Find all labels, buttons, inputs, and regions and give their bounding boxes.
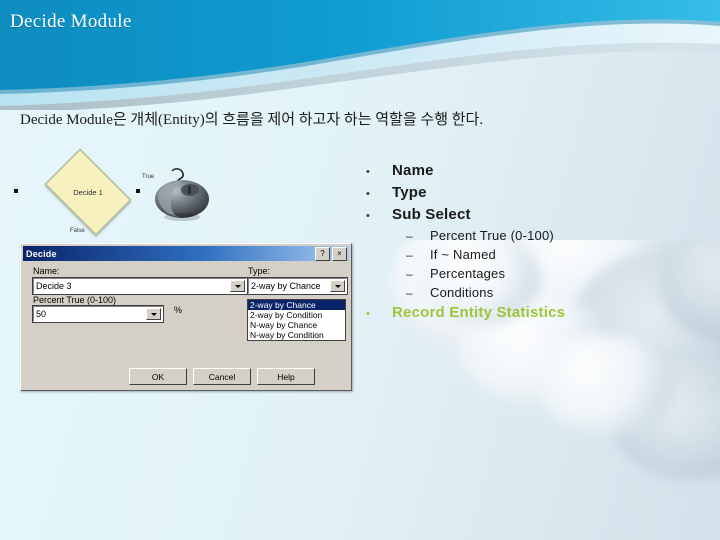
sub-bullet-marker: – (406, 229, 413, 243)
sub-bullet-label: Percentages (430, 266, 506, 281)
type-option-2[interactable]: N-way by Chance (248, 320, 345, 330)
selection-handle-left (14, 189, 18, 193)
bullet-marker: • (366, 188, 370, 200)
type-value: 2-way by Chance (251, 281, 321, 291)
name-dropdown-arrow[interactable] (230, 280, 245, 292)
name-field[interactable]: Decide 3 (32, 277, 248, 295)
percent-dropdown-arrow[interactable] (146, 308, 161, 320)
bullet-item-record-entity-statistics: • Record Entity Statistics (366, 304, 706, 321)
arena-flowchart-image: Decide 1 True False (14, 148, 244, 240)
bullet-label: Sub Select (392, 206, 471, 223)
type-field[interactable]: 2-way by Chance (247, 277, 348, 295)
sub-bullet-percent-true: – Percent True (0-100) (366, 228, 706, 243)
cancel-button[interactable]: Cancel (193, 368, 251, 385)
help-titlebar-button[interactable]: ? (315, 247, 330, 261)
mouse-shadow (164, 213, 200, 221)
bullet-item-type: • Type (366, 184, 706, 201)
decide-diamond-shape: Decide 1 (36, 148, 140, 236)
percent-true-value: 50 (36, 309, 47, 319)
percent-sign: % (174, 305, 183, 315)
close-titlebar-button[interactable]: × (332, 247, 347, 261)
name-label: Name: (33, 266, 60, 276)
bullet-marker: • (366, 210, 370, 222)
sub-bullet-percentages: – Percentages (366, 266, 706, 281)
bullet-marker: • (366, 166, 370, 178)
help-button[interactable]: Help (257, 368, 315, 385)
type-option-0[interactable]: 2-way by Chance (248, 300, 345, 310)
sub-bullet-group: – Percent True (0-100) – If ~ Named – Pe… (366, 228, 706, 300)
bullet-item-name: • Name (366, 162, 706, 179)
sub-bullet-marker: – (406, 267, 413, 281)
sub-bullet-marker: – (406, 248, 413, 262)
percent-true-field[interactable]: 50 (32, 305, 164, 323)
mouse-wheel (188, 186, 191, 194)
ok-button[interactable]: OK (129, 368, 187, 385)
decide-dialog-window[interactable]: Decide ? × Name: Decide 3 Percent True (… (20, 243, 352, 391)
type-dropdown-list[interactable]: 2-way by Chance 2-way by Condition N-way… (247, 299, 346, 341)
bullet-item-sub-select: • Sub Select (366, 206, 706, 223)
sub-bullet-label: Conditions (430, 285, 494, 300)
sub-bullet-label: Percent True (0-100) (430, 228, 554, 243)
percent-true-label: Percent True (0-100) (33, 295, 117, 305)
dialog-title: Decide (26, 248, 57, 259)
sub-bullet-marker: – (406, 286, 413, 300)
sub-bullet-conditions: – Conditions (366, 285, 706, 300)
type-option-1[interactable]: 2-way by Condition (248, 310, 345, 320)
computer-mouse-image (155, 168, 209, 221)
sub-bullet-label: If ~ Named (430, 247, 496, 262)
bullet-list: • Name • Type • Sub Select – Percent Tru… (366, 162, 706, 326)
branch-label-false: False (70, 228, 85, 234)
bullet-label: Record Entity Statistics (392, 304, 566, 321)
dialog-titlebar: Decide ? × (23, 246, 349, 261)
bullet-label: Type (392, 184, 427, 201)
intro-paragraph: Decide Module은 개체(Entity)의 흐름을 제어 하고자 하는… (20, 112, 484, 128)
name-value: Decide 3 (36, 281, 72, 291)
type-label: Type: (248, 266, 271, 276)
page-title: Decide Module (10, 11, 132, 32)
slide-canvas: Decide Module Decide Module은 개체(Entity)의… (0, 0, 720, 540)
type-dropdown-arrow[interactable] (330, 280, 345, 292)
sub-bullet-if-named: – If ~ Named (366, 247, 706, 262)
bullet-label: Name (392, 162, 434, 179)
decide-diamond-label: Decide 1 (73, 187, 103, 197)
bullet-marker: • (366, 308, 370, 320)
type-option-3[interactable]: N-way by Condition (248, 330, 345, 340)
